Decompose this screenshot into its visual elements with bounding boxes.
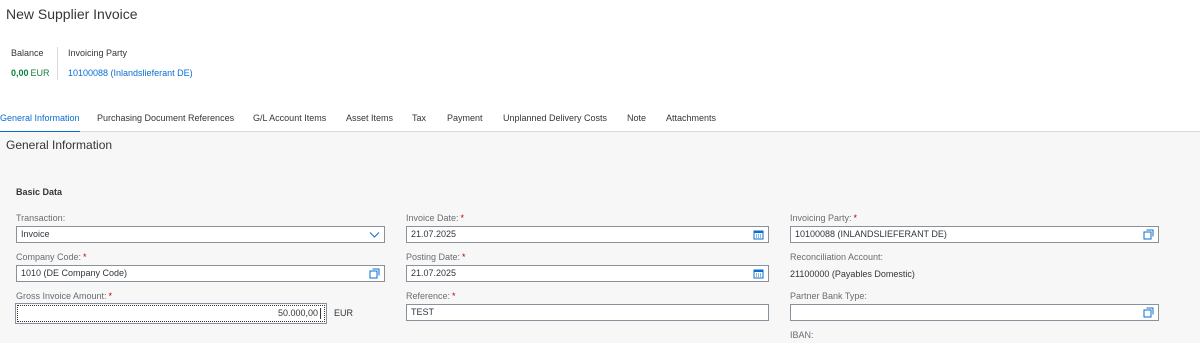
tab-payment[interactable]: Payment [447, 104, 483, 132]
invoicing-party-kpi: Invoicing Party 10100088 (Inlandsliefera… [68, 48, 193, 78]
invoicing-party-link[interactable]: 10100088 (Inlandslieferant DE) [68, 68, 193, 78]
invoice-date-picker[interactable]: 21.07.2025 [406, 226, 769, 243]
calendar-icon[interactable] [753, 268, 764, 279]
balance-kpi: Balance 0,00 EUR [11, 48, 50, 78]
invoicing-party-field-value: 10100088 (INLANDSLIEFERANT DE) [795, 229, 947, 239]
transaction-label: Transaction: [16, 213, 66, 223]
iban-label: IBAN: [790, 330, 814, 340]
value-help-icon[interactable] [1143, 307, 1154, 318]
page-title: New Supplier Invoice [6, 6, 138, 22]
kpi-divider [57, 47, 58, 80]
invoicing-party-label: Invoicing Party [68, 48, 128, 58]
company-code-value: 1010 (DE Company Code) [21, 268, 128, 278]
reconciliation-account-value: 21100000 (Payables Domestic) [790, 269, 915, 279]
partner-bank-type-label: Partner Bank Type: [790, 291, 867, 301]
reconciliation-account-label: Reconciliation Account: [790, 252, 884, 262]
invoice-date-value: 21.07.2025 [411, 229, 457, 239]
tab-attachments[interactable]: Attachments [666, 104, 716, 132]
general-information-section: General Information Basic Data Transacti… [0, 132, 1200, 343]
invoicing-party-value[interactable]: 10100088 (Inlandslieferant DE) [68, 68, 193, 78]
reference-value: TEST [411, 307, 435, 317]
gross-amount-label: Gross Invoice Amount: * [16, 291, 113, 301]
invoicing-party-field-label: Invoicing Party: * [790, 213, 858, 223]
balance-amount: 0,00 [11, 68, 29, 78]
reference-label: Reference: * [406, 291, 456, 301]
company-code-label: Company Code: * [16, 252, 87, 262]
group-title-basic-data: Basic Data [16, 187, 63, 197]
tab-general-information[interactable]: General Information [0, 104, 80, 133]
transaction-value: Invoice [21, 229, 50, 239]
tab-asset-items[interactable]: Asset Items [346, 104, 393, 132]
tab-bar: General Information Purchasing Document … [0, 104, 1200, 133]
gross-amount-currency: EUR [334, 308, 354, 318]
balance-currency: EUR [30, 68, 50, 78]
balance-value: 0,00 EUR [11, 68, 50, 78]
gross-amount-input[interactable]: 50.000,00 [15, 303, 327, 324]
section-title: General Information [6, 138, 113, 152]
transaction-select[interactable]: Invoice [16, 226, 385, 243]
reference-input[interactable]: TEST [406, 304, 769, 321]
value-help-icon[interactable] [369, 268, 380, 279]
text-caret [320, 308, 321, 319]
partner-bank-type-input[interactable] [790, 304, 1159, 321]
tab-gl-account-items[interactable]: G/L Account Items [253, 104, 326, 132]
gross-amount-value: 50.000,00 [277, 308, 318, 318]
value-help-icon[interactable] [1143, 229, 1154, 240]
tab-unplanned-delivery-costs[interactable]: Unplanned Delivery Costs [503, 104, 607, 132]
posting-date-picker[interactable]: 21.07.2025 [406, 265, 769, 282]
invoicing-party-input[interactable]: 10100088 (INLANDSLIEFERANT DE) [790, 226, 1159, 243]
calendar-icon[interactable] [753, 229, 764, 240]
posting-date-value: 21.07.2025 [411, 268, 457, 278]
tab-tax[interactable]: Tax [412, 104, 426, 132]
invoice-date-label: Invoice Date: * [406, 213, 465, 223]
balance-label: Balance [11, 48, 44, 58]
company-code-input[interactable]: 1010 (DE Company Code) [16, 265, 385, 282]
tab-note[interactable]: Note [627, 104, 646, 132]
tab-purchasing-document-references[interactable]: Purchasing Document References [97, 104, 234, 132]
object-header: New Supplier Invoice Balance 0,00 EUR Inv… [0, 0, 1200, 104]
posting-date-label: Posting Date: * [406, 252, 466, 262]
chevron-down-icon[interactable] [369, 229, 380, 240]
